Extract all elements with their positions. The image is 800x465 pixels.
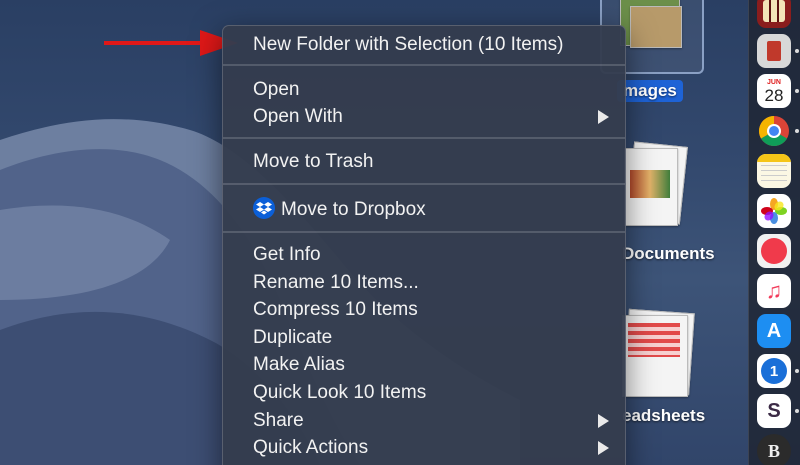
slack-glyph: S [767, 399, 781, 422]
music-note: ♫ [765, 278, 783, 303]
1password-glyph: 1 [769, 362, 779, 380]
menu-item-make-alias[interactable]: Make Alias [253, 353, 345, 377]
pdf-app-glyph [767, 41, 781, 61]
images-stack-label[interactable]: mages [617, 80, 683, 102]
spreadsheets-stack-label[interactable]: eadsheets [622, 406, 705, 426]
menu-item-new-folder-with-selection[interactable]: New Folder with Selection (10 Items) [253, 33, 563, 57]
menu-item-label: Move to Dropbox [281, 199, 426, 220]
share-submenu-arrow-icon [598, 414, 609, 428]
pdf-app-icon[interactable] [757, 34, 791, 68]
menu-separator [223, 137, 625, 139]
notes-lines [761, 165, 787, 185]
app-store-glyph: A [766, 319, 782, 342]
menu-item-rename[interactable]: Rename 10 Items... [253, 271, 419, 295]
chrome-logo [758, 116, 789, 147]
quick-actions-submenu-arrow-icon [598, 441, 609, 455]
menu-item-compress[interactable]: Compress 10 Items [253, 298, 418, 322]
calendar-icon[interactable]: JUN 28 [757, 74, 791, 108]
running-indicator [795, 129, 799, 133]
menu-item-get-info[interactable]: Get Info [253, 243, 321, 267]
menu-item-open-with[interactable]: Open With [253, 105, 343, 129]
menu-separator [223, 64, 625, 66]
running-indicator [795, 409, 799, 413]
news-glyph [761, 238, 787, 264]
notes-header [757, 154, 791, 162]
slack-icon[interactable]: S [757, 394, 791, 428]
film-strip [763, 0, 785, 22]
news-icon[interactable] [757, 234, 791, 268]
open-with-submenu-arrow-icon [598, 110, 609, 124]
notes-icon[interactable] [757, 154, 791, 188]
calendar-day: 28 [764, 85, 784, 105]
menu-item-share[interactable]: Share [253, 409, 304, 433]
app-store-icon[interactable]: A [757, 314, 791, 348]
menu-item-open[interactable]: Open [253, 78, 299, 102]
menu-item-quick-look[interactable]: Quick Look 10 Items [253, 381, 426, 405]
1password-icon[interactable]: 1 [757, 354, 791, 388]
documents-stack-label[interactable]: Documents [622, 244, 715, 264]
menu-item-duplicate[interactable]: Duplicate [253, 326, 332, 350]
running-indicator [795, 369, 799, 373]
chrome-icon[interactable] [757, 114, 791, 148]
bbedit-icon[interactable]: B [757, 434, 791, 465]
menu-separator [223, 183, 625, 185]
photos-icon[interactable] [757, 194, 791, 228]
spreadsheet-rows [628, 323, 680, 357]
music-icon[interactable]: ♫ [757, 274, 791, 308]
spreadsheets-stack[interactable] [620, 305, 700, 397]
documents-stack[interactable] [620, 140, 690, 230]
dropbox-icon [253, 197, 275, 219]
menu-item-move-to-dropbox[interactable]: Move to Dropbox [253, 197, 426, 222]
running-indicator [795, 89, 799, 93]
menu-item-quick-actions[interactable]: Quick Actions [253, 436, 368, 460]
photo-booth-icon[interactable] [757, 0, 791, 28]
dock: JUN 28 ♫ A 1 S B [748, 0, 800, 465]
running-indicator [795, 49, 799, 53]
desktop: mages Documents eadsheets New Folder wit… [0, 0, 800, 465]
context-menu: New Folder with Selection (10 Items) Ope… [222, 25, 626, 465]
photos-flower [761, 198, 787, 224]
menu-separator [223, 231, 625, 233]
photo-thumbnail [630, 6, 682, 48]
document-image [630, 170, 670, 198]
bbedit-glyph: B [767, 440, 780, 461]
1password-ring: 1 [761, 358, 787, 384]
red-arrow-annotation [104, 30, 238, 56]
menu-item-move-to-trash[interactable]: Move to Trash [253, 150, 373, 174]
